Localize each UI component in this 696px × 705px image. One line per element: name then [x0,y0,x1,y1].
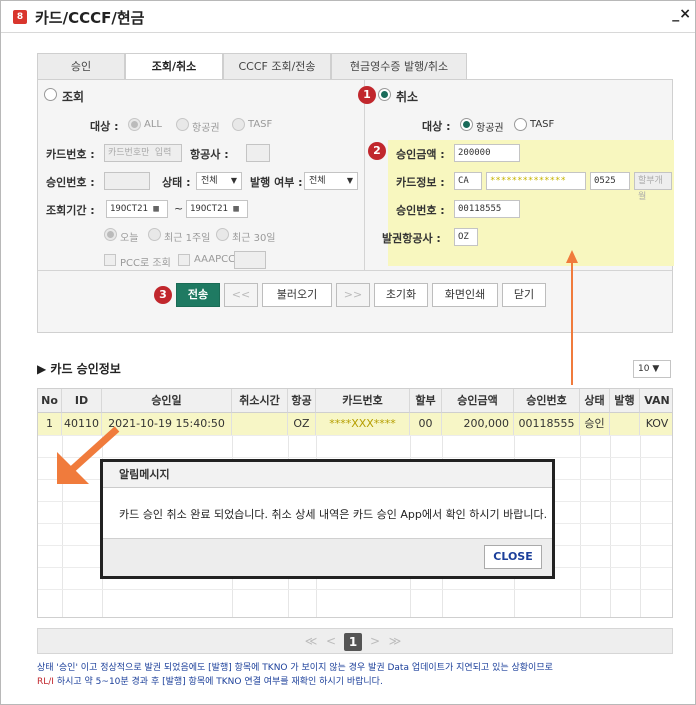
app-window: 8 카드/CCCF/현금 _× 승인 조회/취소 CCCF 조회/전송 현금영수… [0,0,696,705]
title-bar: 8 카드/CCCF/현금 _× [1,1,695,33]
main-content: 승인 조회/취소 CCCF 조회/전송 현금영수증 발행/취소 조회 대상 : … [25,47,685,697]
up-arrow-head [566,250,578,263]
window-badge: 8 [13,10,27,24]
dialog-footer: CLOSE [103,538,552,576]
annotation-arrows [57,250,578,484]
dialog-close-button[interactable]: CLOSE [484,545,542,569]
alert-dialog: 알림메시지 카드 승인 취소 완료 되었습니다. 취소 상세 내역은 카드 승인… [100,459,555,579]
dialog-message: 카드 승인 취소 완료 되었습니다. 취소 상세 내역은 카드 승인 App에서… [119,508,548,521]
window-title: 카드/CCCF/현금 [35,9,145,27]
window-close-button[interactable]: _× [672,6,691,22]
dialog-title: 알림메시지 [103,462,552,488]
